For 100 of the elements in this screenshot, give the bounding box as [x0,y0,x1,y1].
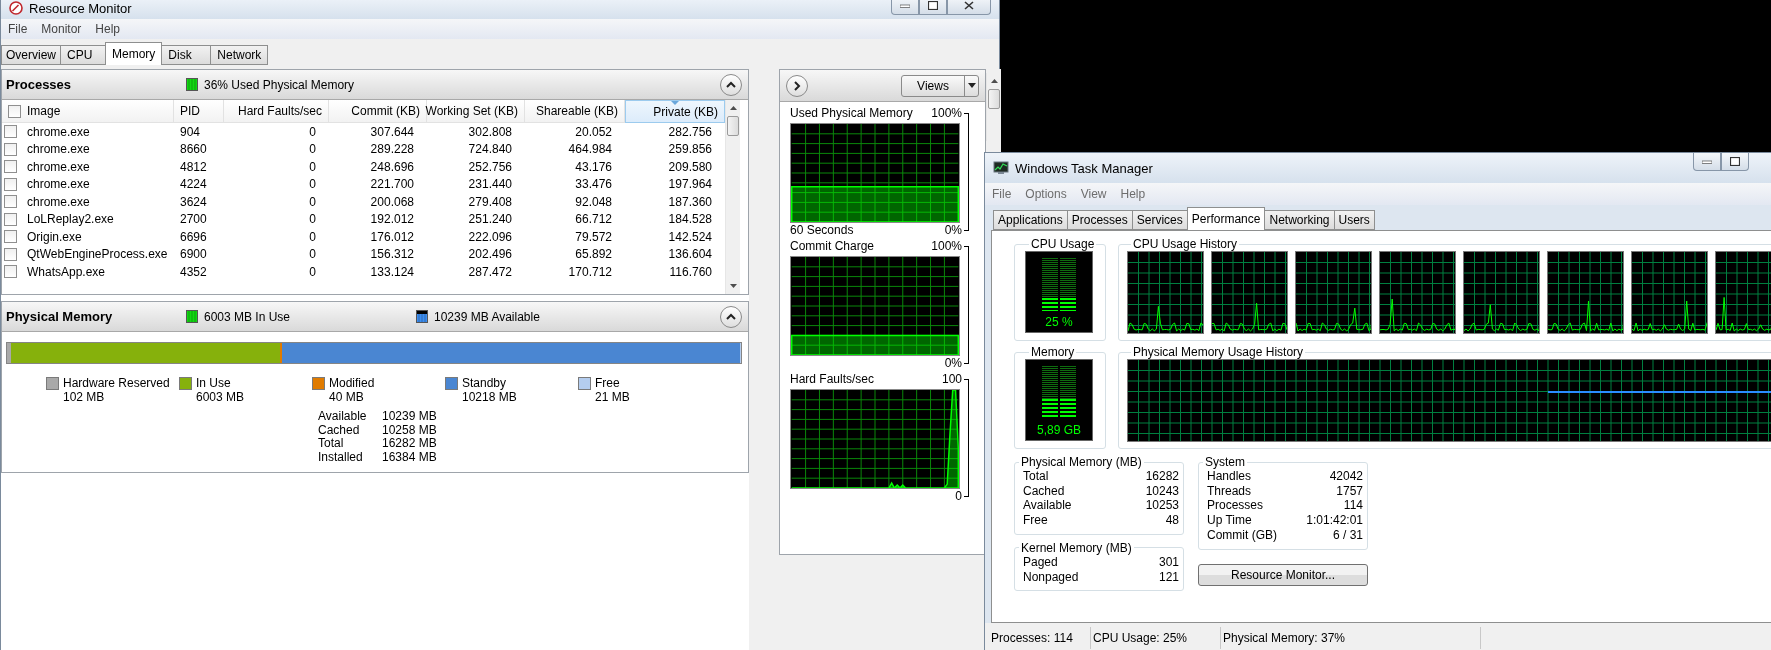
status-text: Physical Memory: 37% [1221,627,1481,649]
tab[interactable]: Applications [993,210,1068,230]
row-checkbox[interactable] [4,265,17,279]
tab[interactable]: Disk [161,45,212,65]
table-cell-text: 0 [308,247,317,262]
table-cell-text: 289.228 [369,142,415,157]
stat-label: Processes [1207,498,1265,514]
group-title: CPU Usage History [1132,237,1239,251]
stat-label: Paged [1023,554,1059,570]
stat-label: Available [1023,498,1073,514]
row-checkbox[interactable] [4,247,17,261]
stat-value: 10239 MB [382,410,438,424]
views-dropdown[interactable]: Views [901,74,979,97]
group-title: Physical Memory (MB) [1020,455,1143,469]
tab[interactable]: Networking [1264,210,1335,230]
tab[interactable]: Services [1131,210,1188,230]
menu-item[interactable]: Options [1020,185,1072,203]
scroll-thumb[interactable] [988,89,1000,109]
stat-label: Installed [318,450,364,464]
table-cell-text: 197.964 [667,177,713,192]
table-cell-text: 0 [308,142,317,157]
table-cell-text: 259.856 [667,142,713,157]
column-header[interactable]: Hard Faults/sec [224,100,329,123]
stat-value: 42042 [1328,469,1363,484]
table-cell-text: 142.524 [667,229,713,244]
tab[interactable]: Users [1333,210,1375,230]
scroll-thumb[interactable] [727,116,739,136]
row-checkbox[interactable] [4,212,17,226]
collapse-button[interactable] [720,305,742,328]
stat-value: 1:01:42:01 [1306,513,1363,528]
table-cell-text: 222.096 [467,229,513,244]
table-cell-text: 79.572 [574,229,613,244]
row-checkbox[interactable] [4,160,17,174]
maximize-button[interactable] [919,0,947,15]
maximize-button[interactable] [1721,153,1749,171]
table-cell-text: 252.756 [467,159,513,174]
column-header[interactable]: Image [2,100,174,123]
maximize-icon [928,1,938,10]
table-cell-text: Origin.exe [26,229,83,244]
table-cell-text: WhatsApp.exe [26,264,107,279]
summary-text: 6003 MB In Use [204,309,291,324]
close-icon [964,1,974,10]
stat-value: 1757 [1335,483,1363,499]
tab[interactable]: Processes [1066,210,1133,230]
row-checkbox[interactable] [4,142,17,156]
resource-monitor-button[interactable]: Resource Monitor... [1198,563,1368,586]
table-cell-text: 0 [308,159,317,174]
table-cell-text: 279.408 [467,194,513,209]
graph-title: Commit Charge [790,239,875,253]
menu-item[interactable]: Monitor [36,20,87,38]
row-checkbox[interactable] [4,177,17,191]
table-cell-text: chrome.exe [26,124,91,139]
tab[interactable]: Memory [105,42,163,65]
menu-item[interactable]: Help [90,20,126,38]
select-all-checkbox[interactable] [8,104,21,118]
table-cell-text: 464.984 [567,142,613,157]
menu-item[interactable]: File [987,185,1017,203]
stat-value: 301 [1158,554,1179,570]
close-button[interactable] [947,0,991,15]
stat-label: Cached [318,423,361,437]
collapse-button[interactable] [720,73,742,96]
legend-value: 21 MB [595,390,631,404]
table-cell-text: 0 [308,177,317,192]
stat-label: Free [1023,513,1049,528]
tab[interactable]: CPU [60,45,106,65]
tab[interactable]: Performance [1186,207,1266,230]
row-checkbox[interactable] [4,125,17,139]
column-header[interactable]: Working Set (KB) [427,100,525,123]
column-header[interactable]: Shareable (KB) [525,100,625,123]
tab[interactable]: Overview [1,45,61,65]
minimize-icon [1702,159,1712,164]
table-cell-text: 184.528 [667,212,713,227]
table-cell-text: 0 [308,264,317,279]
column-header[interactable]: Private (KB) [625,100,725,123]
scale-min-label: 0% [944,356,962,370]
stat-label: Cached [1023,483,1066,499]
row-checkbox[interactable] [4,230,17,244]
table-cell-text: 724.840 [467,142,513,157]
row-checkbox[interactable] [4,195,17,209]
legend-label: Standby [462,376,508,390]
menu-item[interactable]: File [3,20,33,38]
table-cell-text: chrome.exe [26,142,91,157]
group-title: System [1204,455,1246,469]
menu-item[interactable]: View [1075,185,1112,203]
tab[interactable]: Network [210,45,269,65]
minimize-button[interactable] [891,0,919,15]
table-cell-text: chrome.exe [26,159,91,174]
stat-value: 10253 [1145,498,1179,514]
menu-item[interactable]: Help [1115,185,1151,203]
scale-min-label: 0% [944,223,962,237]
sort-arrow-icon [671,101,679,105]
table-cell-text: 66.712 [574,212,613,227]
column-header[interactable]: PID [174,100,224,123]
scale-max-label: 100 [941,372,962,386]
status-text: CPU Usage: 25% [1091,627,1221,649]
vertical-scrollbar[interactable] [725,100,740,294]
meter-reading: 25 % [1045,315,1073,329]
table-cell-text: QtWebEngineProcess.exe [26,247,169,262]
scroll-up-arrow-icon [729,106,737,110]
expand-button[interactable] [786,74,808,97]
